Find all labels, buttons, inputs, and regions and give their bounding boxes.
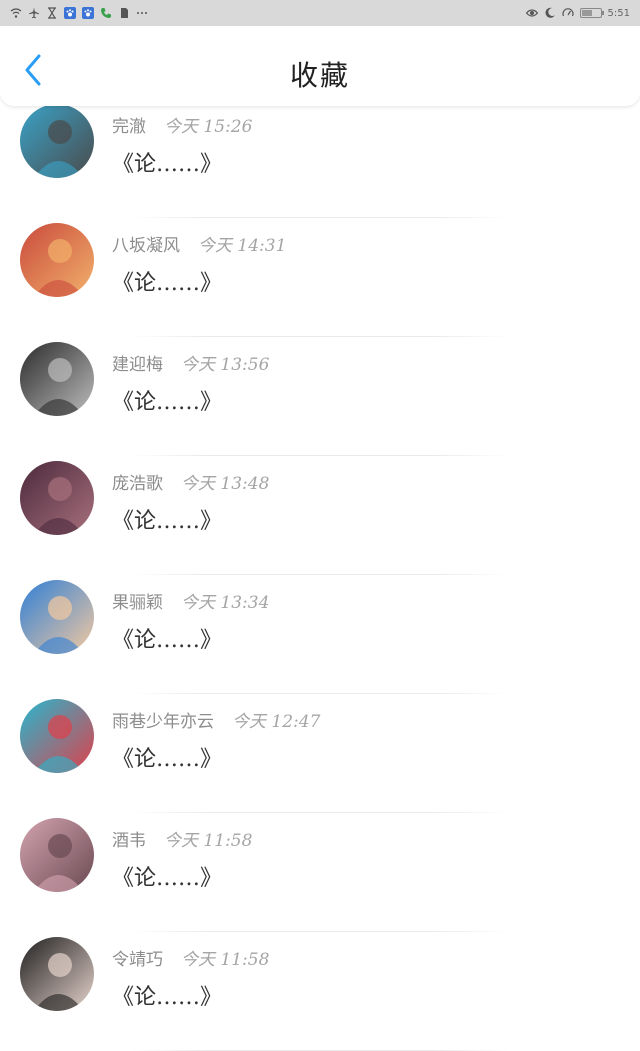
status-right: 5:51 (525, 7, 630, 19)
avatar[interactable] (20, 342, 94, 416)
user-name[interactable]: 建迎梅 (112, 355, 163, 375)
favorite-content[interactable]: 《论……》 (112, 860, 222, 892)
speed-icon (561, 7, 574, 19)
favorite-content[interactable]: 《论……》 (112, 384, 222, 416)
more-icon (136, 7, 148, 19)
timestamp: 今天 12:47 (232, 712, 321, 732)
name-line: 酒韦 今天 11:58 (112, 826, 252, 851)
divider (130, 455, 510, 456)
favorite-content[interactable]: 《论……》 (112, 503, 222, 535)
header: 收藏 (0, 26, 640, 106)
timestamp: 今天 13:34 (181, 593, 270, 613)
favorite-content[interactable]: 《论……》 (112, 146, 222, 178)
paw-icon (64, 7, 76, 19)
name-line: 庞浩歌 今天 13:48 (112, 469, 269, 494)
timestamp: 今天 14:31 (198, 236, 287, 256)
avatar[interactable] (20, 223, 94, 297)
name-line: 建迎梅 今天 13:56 (112, 350, 269, 375)
avatar[interactable] (20, 937, 94, 1011)
airplane-icon (28, 7, 40, 19)
avatar[interactable] (20, 461, 94, 535)
list-item[interactable]: 令靖巧 今天 11:58 《论……》 (0, 933, 640, 1051)
favorite-content[interactable]: 《论……》 (112, 622, 222, 654)
list-item[interactable]: 庞浩歌 今天 13:48 《论……》 (0, 457, 640, 575)
divider (130, 574, 510, 575)
user-name[interactable]: 八坂凝风 (112, 236, 180, 256)
user-name[interactable]: 令靖巧 (112, 950, 163, 970)
timestamp: 今天 11:58 (181, 950, 270, 970)
list-item[interactable]: 果骊颖 今天 13:34 《论……》 (0, 576, 640, 694)
name-line: 八坂凝风 今天 14:31 (112, 231, 286, 256)
user-name[interactable]: 庞浩歌 (112, 474, 163, 494)
name-line: 完澈 今天 15:26 (112, 112, 252, 137)
sim-icon (118, 7, 130, 19)
status-left (10, 7, 148, 19)
avatar[interactable] (20, 699, 94, 773)
name-line: 果骊颖 今天 13:34 (112, 588, 269, 613)
moon-icon (544, 7, 556, 19)
user-name[interactable]: 完澈 (112, 117, 146, 137)
list-item[interactable]: 酒韦 今天 11:58 《论……》 (0, 814, 640, 932)
name-line: 雨巷少年亦云 今天 12:47 (112, 707, 320, 732)
favorite-content[interactable]: 《论……》 (112, 265, 222, 297)
avatar[interactable] (20, 580, 94, 654)
list-item[interactable]: 建迎梅 今天 13:56 《论……》 (0, 338, 640, 456)
timestamp: 今天 13:48 (181, 474, 270, 494)
status-bar: 5:51 (0, 0, 640, 26)
divider (130, 931, 510, 932)
page-title: 收藏 (289, 59, 350, 92)
paw-icon-2 (82, 7, 94, 19)
eye-icon (525, 7, 538, 19)
phone-icon (100, 7, 112, 19)
favorite-content[interactable]: 《论……》 (112, 741, 222, 773)
user-name[interactable]: 雨巷少年亦云 (112, 712, 214, 732)
timestamp: 今天 13:56 (181, 355, 270, 375)
hourglass-icon (46, 7, 58, 19)
favorite-content[interactable]: 《论……》 (112, 979, 222, 1011)
avatar[interactable] (20, 104, 94, 178)
name-line: 令靖巧 今天 11:58 (112, 945, 269, 970)
timestamp: 今天 11:58 (164, 831, 253, 851)
wifi-icon (10, 7, 22, 19)
divider (130, 812, 510, 813)
battery-icon (579, 8, 604, 18)
list-item[interactable]: 完澈 今天 15:26 《论……》 (0, 100, 640, 218)
avatar[interactable] (20, 818, 94, 892)
list-item[interactable]: 八坂凝风 今天 14:31 《论……》 (0, 219, 640, 337)
user-name[interactable]: 果骊颖 (112, 593, 163, 613)
status-time: 5:51 (607, 7, 630, 19)
list-item[interactable]: 雨巷少年亦云 今天 12:47 《论……》 (0, 695, 640, 813)
divider (130, 693, 510, 694)
timestamp: 今天 15:26 (164, 117, 253, 137)
divider (130, 336, 510, 337)
divider (130, 217, 510, 218)
user-name[interactable]: 酒韦 (112, 831, 146, 851)
